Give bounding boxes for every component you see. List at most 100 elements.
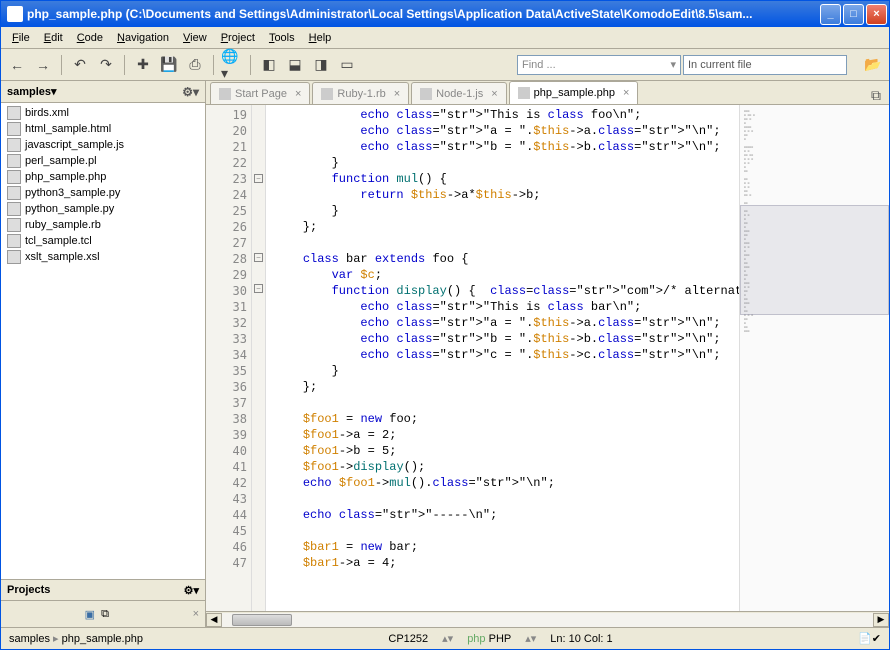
code-line[interactable]: echo class="str">"This is class foo\n"; xyxy=(274,107,739,123)
code-line[interactable]: $foo1->b = 5; xyxy=(274,443,739,459)
close-icon[interactable]: × xyxy=(623,87,629,99)
gear-icon[interactable]: ⚙▾ xyxy=(182,85,199,99)
code-line[interactable]: $foo1->a = 2; xyxy=(274,427,739,443)
editor-tab[interactable]: Ruby-1.rb× xyxy=(312,82,409,104)
line-number[interactable]: 42 xyxy=(206,475,247,491)
minimap[interactable]: ▬▬▬▬ ▬▬ ▬▬▬ ▬▬▬▬▬▬▬ ▬ ▬▬▬▬▬▬▬▬▬▬ ▬▬▬ ▬▬▬… xyxy=(739,105,889,611)
code-line[interactable]: return $this->a*$this->b; xyxy=(274,187,739,203)
fullscreen-button[interactable]: ▭ xyxy=(335,53,359,77)
editor-tab[interactable]: Node-1.js× xyxy=(411,82,507,104)
line-number[interactable]: 40 xyxy=(206,443,247,459)
code-line[interactable] xyxy=(274,523,739,539)
projects-panel-header[interactable]: Projects ⚙▾ xyxy=(1,579,205,601)
code-editor[interactable]: echo class="str">"This is class foo\n"; … xyxy=(266,105,739,611)
menu-code[interactable]: Code xyxy=(70,30,110,46)
line-number[interactable]: 37 xyxy=(206,395,247,411)
browser-preview-button[interactable]: 🌐▾ xyxy=(220,53,244,77)
line-number[interactable]: 19 xyxy=(206,107,247,123)
menu-tools[interactable]: Tools xyxy=(262,30,302,46)
copy-icon[interactable]: ⧉ xyxy=(101,608,109,621)
code-line[interactable]: echo class="str">"a = ".$this->a.class="… xyxy=(274,315,739,331)
file-item[interactable]: javascript_sample.js xyxy=(1,137,205,153)
panel-bottom-button[interactable]: ⬓ xyxy=(283,53,307,77)
menu-navigation[interactable]: Navigation xyxy=(110,30,176,46)
line-number[interactable]: 24 xyxy=(206,187,247,203)
code-line[interactable]: class bar extends foo { xyxy=(274,251,739,267)
code-line[interactable]: echo class="str">"b = ".$this->b.class="… xyxy=(274,331,739,347)
file-item[interactable]: ruby_sample.rb xyxy=(1,217,205,233)
editor-tab[interactable]: php_sample.php× xyxy=(509,81,639,104)
file-item[interactable]: php_sample.php xyxy=(1,169,205,185)
line-number[interactable]: 30 xyxy=(206,283,247,299)
find-dropdown-icon[interactable]: ▾ xyxy=(670,58,676,71)
code-line[interactable] xyxy=(274,395,739,411)
forward-button[interactable]: → xyxy=(31,53,55,77)
menu-view[interactable]: View xyxy=(176,30,214,46)
fold-toggle[interactable]: − xyxy=(254,253,263,262)
file-list[interactable]: birds.xmlhtml_sample.htmljavascript_samp… xyxy=(1,103,205,579)
line-number[interactable]: 45 xyxy=(206,523,247,539)
code-line[interactable]: var $c; xyxy=(274,267,739,283)
line-number[interactable]: 46 xyxy=(206,539,247,555)
menu-project[interactable]: Project xyxy=(214,30,262,46)
line-number[interactable]: 31 xyxy=(206,299,247,315)
scroll-thumb[interactable] xyxy=(232,614,292,626)
minimap-viewport[interactable] xyxy=(740,205,889,315)
file-item[interactable]: birds.xml xyxy=(1,105,205,121)
line-number[interactable]: 44 xyxy=(206,507,247,523)
collapse-icon[interactable]: ▣ xyxy=(85,608,95,621)
scroll-left-button[interactable]: ◀ xyxy=(206,613,222,627)
line-number[interactable]: 39 xyxy=(206,427,247,443)
file-item[interactable]: tcl_sample.tcl xyxy=(1,233,205,249)
line-number[interactable]: 32 xyxy=(206,315,247,331)
line-number[interactable]: 23 xyxy=(206,171,247,187)
menu-help[interactable]: Help xyxy=(302,30,339,46)
line-number-gutter[interactable]: 1920212223242526272829303132333435363738… xyxy=(206,105,252,611)
fold-toggle[interactable]: − xyxy=(254,174,263,183)
code-line[interactable]: } xyxy=(274,363,739,379)
close-button[interactable]: × xyxy=(866,4,887,25)
scroll-track[interactable] xyxy=(222,613,873,627)
panel-right-button[interactable]: ◨ xyxy=(309,53,333,77)
maximize-button[interactable]: □ xyxy=(843,4,864,25)
menu-file[interactable]: File xyxy=(5,30,37,46)
file-item[interactable]: html_sample.html xyxy=(1,121,205,137)
open-folder-button[interactable]: 📂 xyxy=(861,53,885,77)
breadcrumb[interactable]: samples ▸ php_sample.php xyxy=(9,632,143,645)
breadcrumb-file[interactable]: php_sample.php xyxy=(62,633,143,645)
line-number[interactable]: 47 xyxy=(206,555,247,571)
back-button[interactable]: ← xyxy=(5,53,29,77)
close-panel-button[interactable]: × xyxy=(193,608,199,620)
code-line[interactable]: $foo1 = new foo; xyxy=(274,411,739,427)
code-line[interactable]: } xyxy=(274,155,739,171)
line-number[interactable]: 25 xyxy=(206,203,247,219)
fold-gutter[interactable]: − − − xyxy=(252,105,266,611)
fold-toggle[interactable]: − xyxy=(254,284,263,293)
line-number[interactable]: 26 xyxy=(206,219,247,235)
line-number[interactable]: 27 xyxy=(206,235,247,251)
gear-icon[interactable]: ⚙▾ xyxy=(184,584,199,597)
places-panel-header[interactable]: samples▾ ⚙▾ xyxy=(1,81,205,103)
language-selector[interactable]: php PHP xyxy=(467,633,511,645)
undo-button[interactable]: ↶ xyxy=(68,53,92,77)
file-item[interactable]: xslt_sample.xsl xyxy=(1,249,205,265)
code-line[interactable]: function display() { class=class="str">"… xyxy=(274,283,739,299)
file-item[interactable]: python_sample.py xyxy=(1,201,205,217)
code-line[interactable]: echo class="str">"This is class bar\n"; xyxy=(274,299,739,315)
line-number[interactable]: 35 xyxy=(206,363,247,379)
code-line[interactable] xyxy=(274,235,739,251)
breadcrumb-folder[interactable]: samples xyxy=(9,633,50,645)
redo-button[interactable]: ↷ xyxy=(94,53,118,77)
code-line[interactable]: echo class="str">"b = ".$this->b.class="… xyxy=(274,139,739,155)
dropdown-icon[interactable]: ▾ xyxy=(51,86,57,98)
cursor-position[interactable]: Ln: 10 Col: 1 xyxy=(550,633,612,645)
file-item[interactable]: python3_sample.py xyxy=(1,185,205,201)
close-icon[interactable]: × xyxy=(295,88,301,100)
line-number[interactable]: 41 xyxy=(206,459,247,475)
code-line[interactable]: }; xyxy=(274,379,739,395)
close-icon[interactable]: × xyxy=(491,88,497,100)
line-number[interactable]: 36 xyxy=(206,379,247,395)
find-scope-select[interactable]: In current file xyxy=(683,55,847,75)
line-number[interactable]: 38 xyxy=(206,411,247,427)
print-button[interactable]: ⎙ xyxy=(183,53,207,77)
